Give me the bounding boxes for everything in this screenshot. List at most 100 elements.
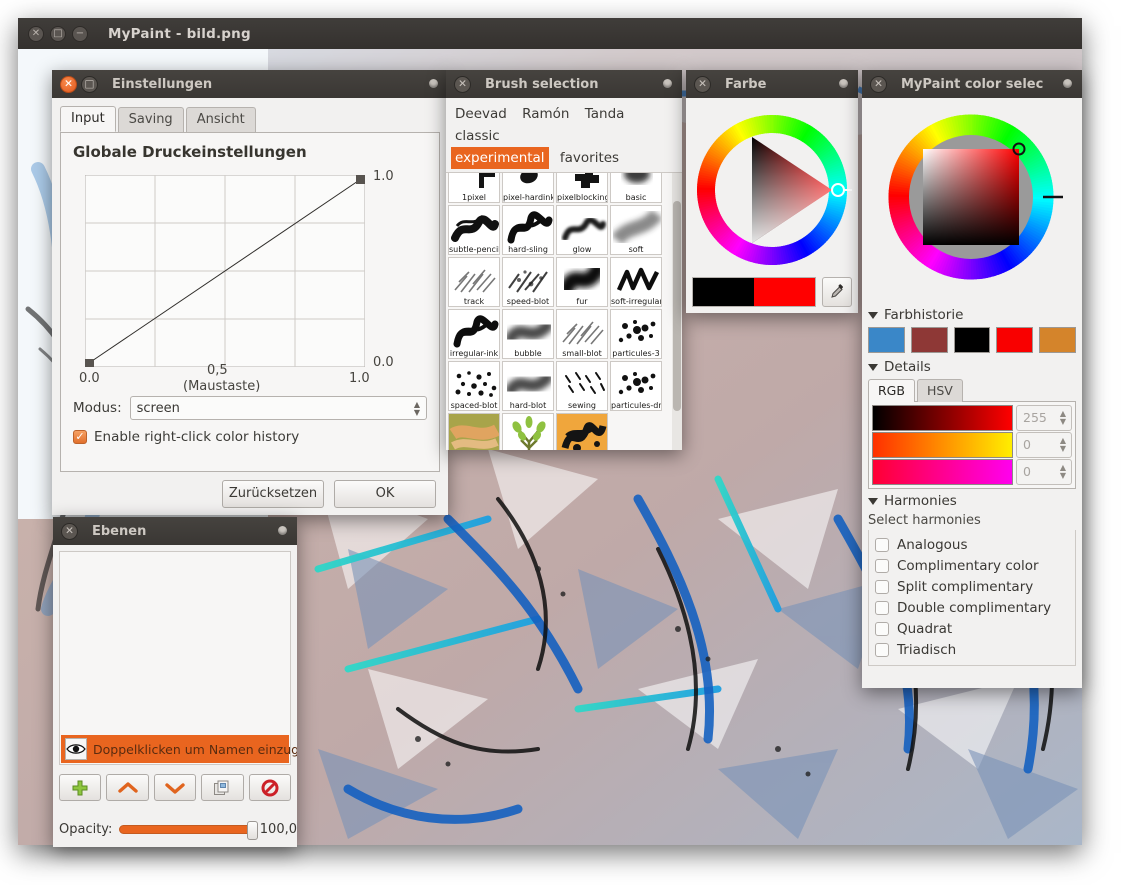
harmonies-expander[interactable]: Harmonies: [868, 493, 1076, 509]
brush-item[interactable]: sewing: [556, 361, 608, 411]
brush-category-experimental[interactable]: experimental: [451, 147, 549, 169]
brush-titlebar[interactable]: ✕ Brush selection: [446, 70, 682, 98]
brush-item[interactable]: fur: [556, 257, 608, 307]
farbhistorie-expander[interactable]: Farbhistorie: [868, 307, 1076, 323]
brush-vertical-scrollbar[interactable]: [672, 173, 682, 450]
tab-rgb[interactable]: RGB: [868, 379, 915, 402]
right-click-history-checkbox[interactable]: ✓: [73, 430, 87, 444]
color-swatches[interactable]: [692, 277, 816, 307]
add-layer-button[interactable]: [59, 774, 102, 801]
layer-row[interactable]: Doppelklicken um Namen einzugeben: [61, 735, 297, 763]
tab-ansicht[interactable]: Ansicht: [185, 107, 256, 132]
eyedropper-button[interactable]: [822, 277, 852, 307]
brush-item[interactable]: speed-blot: [502, 257, 554, 307]
brush-item[interactable]: small-blot: [556, 309, 608, 359]
blue-value-field[interactable]: 0 ▲ ▼: [1016, 459, 1072, 485]
harmony-checkbox[interactable]: [875, 537, 889, 552]
close-icon[interactable]: ✕: [870, 75, 887, 93]
green-slider[interactable]: [872, 432, 1013, 458]
color-history-swatch[interactable]: [996, 327, 1034, 353]
harmony-checkbox[interactable]: [875, 600, 889, 615]
harmony-option-row[interactable]: Double complimentary: [875, 597, 1071, 618]
brush-category-classic[interactable]: classic: [451, 125, 504, 147]
brush-item[interactable]: spaced-blot: [448, 361, 500, 411]
right-click-history-row[interactable]: ✓ Enable right-click color history: [73, 429, 427, 445]
blue-slider[interactable]: [872, 459, 1013, 485]
close-icon[interactable]: ✕: [28, 25, 44, 42]
harmony-option-row[interactable]: Triadisch: [875, 639, 1071, 660]
brush-item[interactable]: subtle-pencil: [448, 205, 500, 255]
window-menu-icon[interactable]: [663, 79, 672, 88]
brush-item[interactable]: irregular-ink: [448, 309, 500, 359]
hue-ring-triangle-picker[interactable]: [692, 104, 858, 276]
ebenen-titlebar[interactable]: ✕ Ebenen: [53, 517, 297, 545]
close-icon[interactable]: ✕: [694, 75, 711, 93]
tab-hsv[interactable]: HSV: [916, 379, 963, 402]
spinner-arrows-icon[interactable]: ▲ ▼: [414, 401, 420, 417]
spinner-arrows-icon[interactable]: ▲ ▼: [1060, 410, 1066, 426]
brush-item[interactable]: pixel-hardink: [502, 173, 554, 203]
farbe-titlebar[interactable]: ✕ Farbe: [686, 70, 858, 98]
tab-saving[interactable]: Saving: [117, 107, 184, 132]
previous-color-swatch[interactable]: [693, 278, 754, 306]
channel-row-r[interactable]: 255 ▲ ▼: [872, 405, 1072, 431]
duplicate-layer-button[interactable]: [201, 774, 244, 801]
brush-item[interactable]: 1pixel: [448, 173, 500, 203]
red-value-field[interactable]: 255 ▲ ▼: [1016, 405, 1072, 431]
harmony-checkbox[interactable]: [875, 621, 889, 636]
brush-item[interactable]: soft-irregular: [610, 257, 662, 307]
harmony-checkbox[interactable]: [875, 558, 889, 573]
green-value-field[interactable]: 0 ▲ ▼: [1016, 432, 1072, 458]
move-layer-down-button[interactable]: [153, 774, 197, 801]
close-icon[interactable]: ✕: [60, 75, 77, 93]
reset-button[interactable]: Zurücksetzen: [222, 480, 324, 508]
brush-item[interactable]: pixelblocking: [556, 173, 608, 203]
harmony-option-row[interactable]: Split complimentary: [875, 576, 1071, 597]
scrollbar-thumb[interactable]: [673, 201, 681, 411]
delete-layer-button[interactable]: [248, 774, 292, 801]
window-menu-icon[interactable]: [839, 79, 848, 88]
harmony-option-row[interactable]: Quadrat: [875, 618, 1071, 639]
current-color-swatch[interactable]: [754, 278, 815, 306]
brush-item[interactable]: glow: [556, 205, 608, 255]
harmony-option-row[interactable]: Complimentary color: [875, 555, 1071, 576]
channel-row-g[interactable]: 0 ▲ ▼: [872, 432, 1072, 458]
harmony-checkbox[interactable]: [875, 579, 889, 594]
harmony-checkbox[interactable]: [875, 642, 889, 657]
brush-item[interactable]: pick-and-drag: [448, 413, 500, 450]
red-slider[interactable]: [872, 405, 1013, 431]
brush-item[interactable]: basic: [610, 173, 662, 203]
harmony-option-row[interactable]: Analogous: [875, 534, 1071, 555]
opacity-slider-handle[interactable]: [246, 821, 258, 840]
brush-item[interactable]: leaves: [502, 413, 554, 450]
channel-row-b[interactable]: 0 ▲ ▼: [872, 459, 1072, 485]
color-history-swatch[interactable]: [953, 327, 991, 353]
window-menu-icon[interactable]: [1063, 79, 1072, 88]
tab-input[interactable]: Input: [60, 106, 116, 132]
brush-item[interactable]: soft: [610, 205, 662, 255]
layer-list[interactable]: Doppelklicken um Namen einzugeben: [59, 551, 297, 765]
brush-category-deevad[interactable]: Deevad: [451, 103, 511, 125]
brush-item[interactable]: track: [448, 257, 500, 307]
layer-name[interactable]: Doppelklicken um Namen einzugeben: [93, 742, 297, 757]
color-history-swatch[interactable]: [910, 327, 948, 353]
opacity-slider[interactable]: [119, 821, 258, 840]
color-history-swatch[interactable]: [1039, 327, 1076, 353]
spinner-arrows-icon[interactable]: ▲ ▼: [1060, 437, 1066, 453]
layer-visibility-icon[interactable]: [65, 738, 87, 760]
color-history-swatch[interactable]: [868, 327, 905, 353]
maximize-icon[interactable]: □: [50, 25, 66, 42]
brush-item[interactable]: particules-drawn: [610, 361, 662, 411]
close-icon[interactable]: ✕: [61, 522, 78, 540]
maximize-icon[interactable]: □: [81, 75, 98, 93]
brush-category-favorites[interactable]: favorites: [556, 147, 623, 169]
curve-plot[interactable]: [85, 175, 365, 367]
brush-item[interactable]: particules-3: [610, 309, 662, 359]
brush-item[interactable]: hard-blot: [502, 361, 554, 411]
window-menu-icon[interactable]: [429, 79, 438, 88]
spinner-arrows-icon[interactable]: ▲ ▼: [1060, 464, 1066, 480]
window-menu-icon[interactable]: [278, 526, 287, 535]
mode-spinbox[interactable]: screen ▲ ▼: [129, 396, 427, 420]
hue-ring-square-picker[interactable]: [868, 102, 1074, 300]
pressure-curve-editor[interactable]: 1.0 0.0 0.0 0,5 1.0 (Maustaste): [73, 169, 427, 394]
